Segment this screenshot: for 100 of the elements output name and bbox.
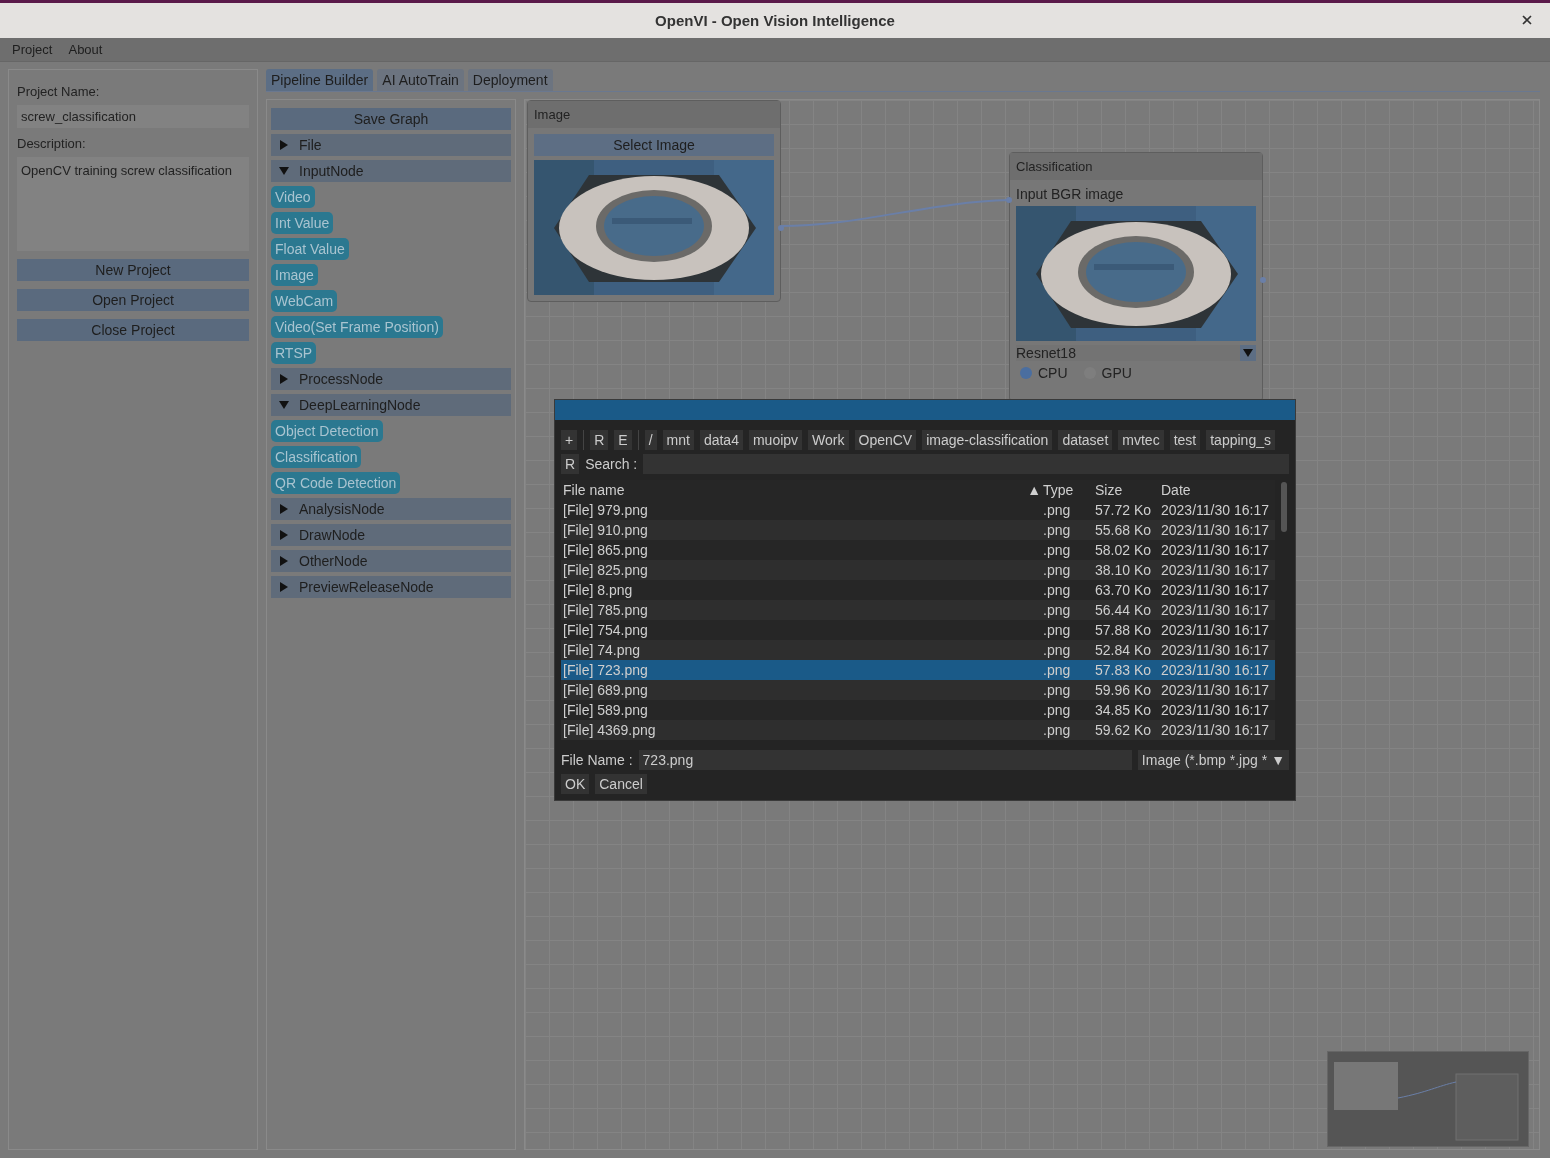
path-button[interactable]: muoipv (748, 430, 803, 450)
radio-button[interactable]: CPU (1020, 365, 1068, 381)
text-area[interactable]: OpenCV training screw classification (17, 157, 249, 251)
column-header[interactable]: Type (1041, 480, 1093, 500)
table-cell-text: 63.70 Ko (1094, 581, 1153, 600)
table-cell-text: 56.44 Ko (1094, 601, 1153, 620)
window-title: OpenVI - Open Vision Intelligence (655, 12, 895, 29)
field-label: Project Name: (17, 83, 101, 101)
table-cell-text: 2023/11/30 16:17 (1160, 721, 1270, 740)
category-label: InputNode (299, 163, 364, 179)
table-cell-text: [File] 910.png (562, 521, 649, 540)
table-cell-text: 2023/11/30 16:17 (1160, 561, 1270, 580)
table-cell-text: 2023/11/30 16:17 (1160, 681, 1270, 700)
output-pin[interactable] (778, 225, 784, 231)
table-cell-text: 57.72 Ko (1094, 501, 1153, 520)
category-label: PreviewReleaseNode (299, 579, 434, 595)
caret-right-icon (279, 140, 289, 150)
table-cell-text: 2023/11/30 16:17 (1160, 641, 1270, 660)
path-button[interactable]: test (1169, 430, 1201, 450)
file-row[interactable]: [File] 74.png .png 52.84 Ko 2023/11/30 16:17 (561, 640, 1275, 660)
table-cell-text: .png (1042, 581, 1072, 600)
table-cell-text: .png (1042, 701, 1072, 720)
table-cell-text: 38.10 Ko (1094, 561, 1153, 580)
table-cell-text: 2023/11/30 16:17 (1160, 621, 1270, 640)
path-button[interactable]: OpenCV (854, 430, 917, 450)
table-cell-text: [File] 979.png (562, 501, 649, 520)
path-button[interactable]: mnt (662, 430, 694, 450)
table-cell-text: 2023/11/30 16:17 (1160, 521, 1270, 540)
dialog-button[interactable]: OK (561, 774, 590, 794)
toolbar-button[interactable]: E (614, 430, 632, 450)
file-row[interactable]: [File] 785.png .png 56.44 Ko 2023/11/30 16:17 (561, 600, 1275, 620)
input-label: Input BGR image (1016, 186, 1125, 202)
table-cell-text: 2023/11/30 16:17 (1160, 581, 1270, 600)
table-cell-text: [File] 754.png (562, 621, 649, 640)
path-button[interactable]: tapping_s (1206, 430, 1275, 450)
table-cell-text: 2023/11/30 16:17 (1160, 541, 1270, 560)
output-pin[interactable] (1260, 277, 1266, 283)
category-label: DrawNode (299, 527, 366, 543)
file-name-field[interactable]: 723.png (638, 750, 1132, 770)
caret-down-icon (279, 166, 289, 176)
category-label: DeepLearningNode (299, 397, 421, 413)
node-title: Classification (1010, 153, 1262, 180)
path-button[interactable]: image-classification (922, 430, 1053, 450)
file-row[interactable]: [File] 910.png .png 55.68 Ko 2023/11/30 16:17 (561, 520, 1275, 540)
toolbar-button[interactable]: R (590, 430, 609, 450)
path-button[interactable]: mvtec (1118, 430, 1164, 450)
file-row[interactable]: [File] 689.png .png 59.96 Ko 2023/11/30 16:17 (561, 680, 1275, 700)
table-cell-text: 59.96 Ko (1094, 681, 1153, 700)
table-cell-text: .png (1042, 641, 1072, 660)
caret-right-icon (279, 556, 289, 566)
path-button[interactable]: dataset (1058, 430, 1113, 450)
caret-right-icon (279, 530, 289, 540)
table-cell-text: [File] 865.png (562, 541, 649, 560)
input-pin[interactable] (1006, 197, 1012, 203)
table-cell-text: [File] 785.png (562, 601, 649, 620)
table-cell-text: [File] 8.png (562, 581, 634, 600)
input-field[interactable]: screw_classification (17, 105, 249, 128)
path-button[interactable]: data4 (699, 430, 743, 450)
field-label: Description: (17, 135, 87, 153)
column-header[interactable]: Date (1159, 480, 1275, 500)
filter-select[interactable]: Image (*.bmp *.jpg * ▼ (1137, 750, 1289, 770)
table-cell-text: .png (1042, 661, 1072, 680)
caret-down-icon (279, 400, 289, 410)
category-label: File (299, 137, 322, 153)
table-cell-text: 57.83 Ko (1094, 661, 1153, 680)
tab[interactable]: AI AutoTrain (377, 69, 464, 91)
table-cell-text: 2023/11/30 16:17 (1160, 701, 1270, 720)
table-cell-text: 2023/11/30 16:17 (1160, 501, 1270, 520)
scrollbar[interactable] (1281, 482, 1287, 532)
column-header[interactable]: Size (1093, 480, 1159, 500)
path-button[interactable]: / (644, 430, 657, 450)
category-label: OtherNode (299, 553, 368, 569)
toolbar-button[interactable]: + (561, 430, 578, 450)
sort-icon: ▲ (1027, 480, 1041, 500)
table-cell-text: 2023/11/30 16:17 (1160, 661, 1270, 680)
table-cell-text: .png (1042, 601, 1072, 620)
table-cell-text: 55.68 Ko (1094, 521, 1153, 540)
caret-down-icon (1240, 345, 1256, 361)
tab[interactable]: Deployment (467, 69, 553, 91)
category-label: AnalysisNode (299, 501, 385, 517)
table-cell-text: .png (1042, 681, 1072, 700)
table-cell-text: .png (1042, 501, 1072, 520)
file-row[interactable]: [File] 4369.png .png 59.62 Ko 2023/11/30 16:17 (561, 720, 1275, 740)
table-cell-text: 58.02 Ko (1094, 541, 1153, 560)
node-title: Image (528, 101, 780, 128)
dialog-button[interactable]: Cancel (595, 774, 647, 794)
table-cell-text: [File] 825.png (562, 561, 649, 580)
file-row[interactable]: [File] 825.png .png 38.10 Ko 2023/11/30 16:17 (561, 560, 1275, 580)
table-cell-text: [File] 723.png (562, 661, 649, 680)
table-cell-text: 34.85 Ko (1094, 701, 1153, 720)
table-cell-text: 57.88 Ko (1094, 621, 1153, 640)
radio-button[interactable]: GPU (1083, 365, 1132, 381)
path-button[interactable]: Work (808, 430, 849, 450)
column-header[interactable]: File name ▲ (561, 480, 1041, 500)
table-cell-text: [File] 74.png (562, 641, 642, 660)
file-row[interactable]: [File] 723.png .png 57.83 Ko 2023/11/30 16:17 (561, 660, 1275, 680)
reset-button[interactable]: R (561, 454, 580, 474)
table-cell-text: [File] 4369.png (562, 721, 657, 740)
table-cell-text: 52.84 Ko (1094, 641, 1153, 660)
table-cell-text: 59.62 Ko (1094, 721, 1153, 740)
